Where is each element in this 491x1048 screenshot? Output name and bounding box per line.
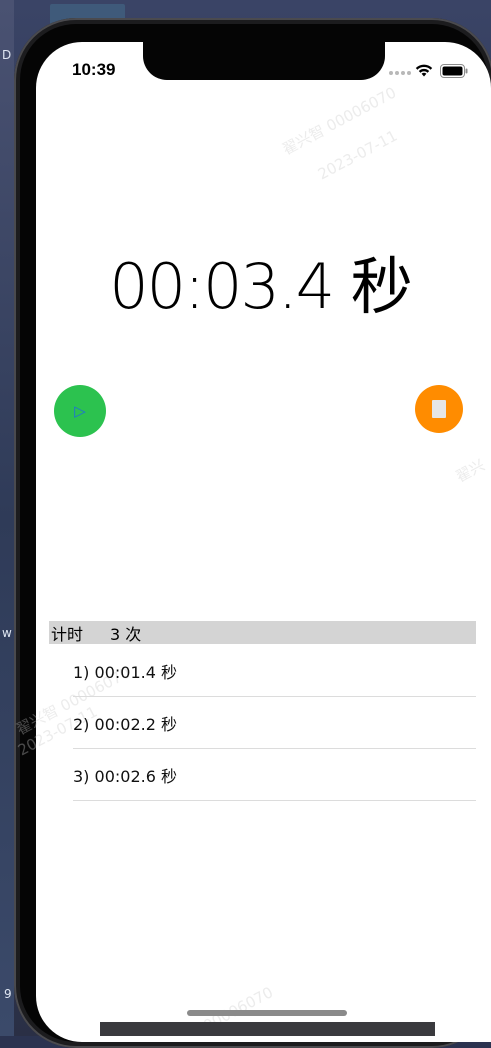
lap-list: 1) 00:01.4 秒 2) 00:02.2 秒 3) 00:02.6 秒: [73, 645, 476, 801]
lap-label: 3) 00:02.6 秒: [73, 766, 177, 786]
play-button[interactable]: ▷: [54, 385, 106, 437]
laps-count: 3 次: [110, 624, 142, 644]
phone-bottom-edge: [100, 1022, 435, 1036]
desktop-left-strip: [0, 0, 14, 1036]
desktop-text-fragment: 9: [4, 987, 12, 1001]
status-time: 10:39: [72, 60, 116, 79]
desktop-text-fragment: D: [2, 48, 12, 62]
lap-row[interactable]: 3) 00:02.6 秒: [73, 749, 476, 801]
stop-square-icon: [432, 400, 446, 418]
play-icon: ▷: [74, 402, 86, 420]
signal-dots-icon: [389, 71, 411, 75]
stopwatch-display: 00:03.4 秒: [109, 250, 413, 323]
lap-label: 1) 00:01.4 秒: [73, 662, 177, 682]
desktop-text-fragment: w: [2, 626, 12, 640]
laps-header: 计时 3 次: [49, 621, 476, 644]
lap-label: 2) 00:02.2 秒: [73, 714, 177, 734]
laps-title: 计时: [51, 624, 84, 644]
app-screen: [36, 42, 491, 1042]
lap-row[interactable]: 2) 00:02.2 秒: [73, 697, 476, 749]
wifi-icon: [415, 64, 433, 77]
lap-row[interactable]: 1) 00:01.4 秒: [73, 645, 476, 697]
battery-icon: [440, 64, 468, 78]
phone-notch: [143, 42, 385, 80]
stop-button[interactable]: [415, 385, 463, 433]
home-indicator[interactable]: [187, 1010, 347, 1016]
